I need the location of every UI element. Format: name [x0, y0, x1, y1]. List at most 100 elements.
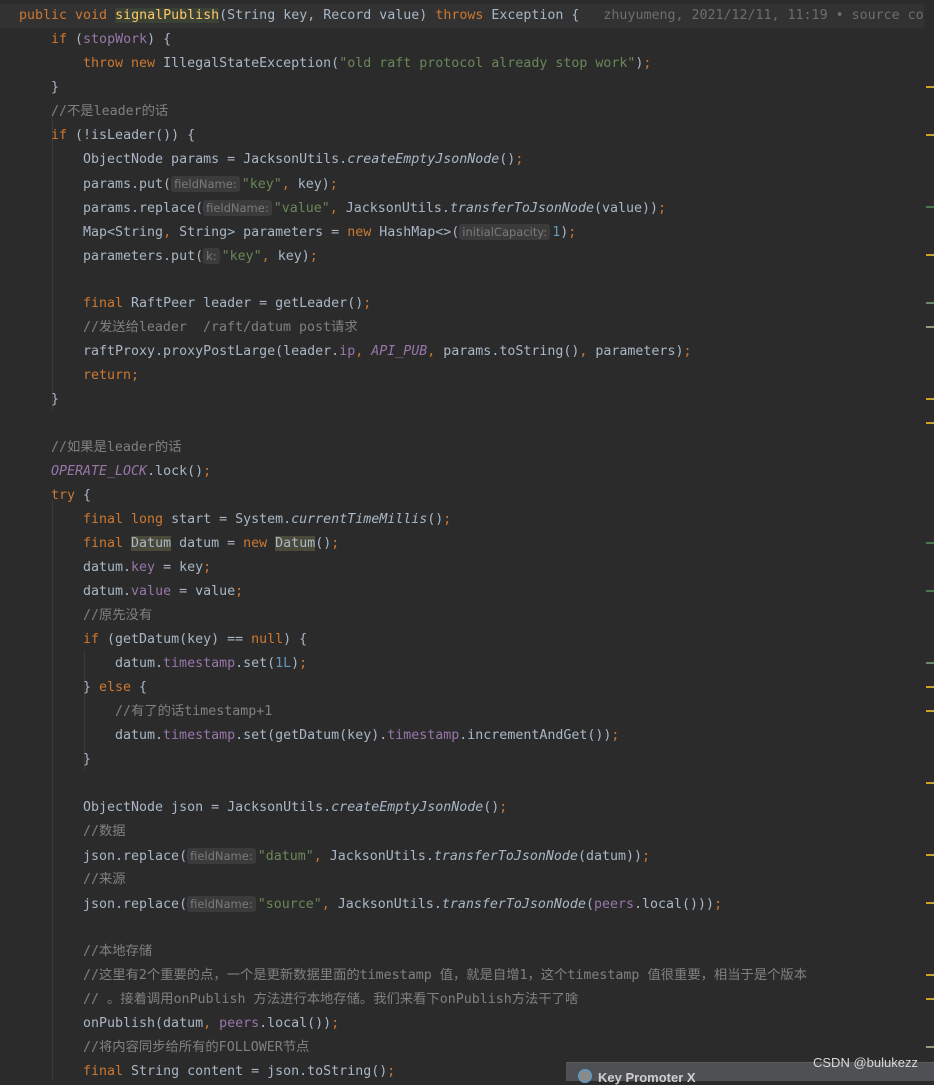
code-token: Exception { [491, 8, 580, 23]
gutter-marker[interactable] [926, 854, 934, 856]
code-token: ; [331, 1016, 340, 1031]
code-line[interactable]: datum.timestamp.set(getDatum(key).timest… [0, 724, 924, 748]
code-token: timestamp [387, 728, 460, 743]
gutter-marker[interactable] [926, 542, 934, 544]
gutter-marker[interactable] [926, 302, 934, 304]
gutter-marker[interactable] [926, 686, 934, 688]
code-line[interactable] [0, 268, 924, 292]
code-token: ip [339, 344, 356, 359]
code-token: else [99, 680, 140, 695]
code-line[interactable]: //数据 [0, 820, 924, 844]
code-token: } [83, 752, 92, 767]
code-token: new [347, 225, 380, 240]
code-line[interactable]: } [0, 748, 924, 772]
code-line[interactable]: Map<String, String> parameters = new Has… [0, 220, 924, 244]
gutter-marker[interactable] [926, 326, 934, 328]
code-token: Datum [131, 536, 172, 551]
code-token: { [83, 488, 92, 503]
code-line[interactable]: json.replace(fieldName: "source", Jackson… [0, 892, 924, 916]
code-token: API_PUB [371, 344, 428, 359]
code-token: stopWork [83, 32, 148, 47]
code-line[interactable]: final RaftPeer leader = getLeader(); [0, 292, 924, 316]
code-token: timestamp [163, 728, 236, 743]
gutter-marker[interactable] [926, 134, 934, 136]
gutter-marker[interactable] [926, 998, 934, 1000]
code-line[interactable]: } [0, 76, 924, 100]
code-token: ; [658, 201, 667, 216]
code-line[interactable]: try { [0, 484, 924, 508]
code-token: datum = [171, 536, 244, 551]
code-token: try [51, 488, 84, 503]
code-token: json.replace( [83, 849, 188, 864]
code-line[interactable]: datum.key = key; [0, 556, 924, 580]
code-line[interactable]: // 。接着调用onPublish 方法进行本地存储。我们来看下onPublis… [0, 988, 924, 1012]
code-line[interactable]: //这里有2个重要的点，一个是更新数据里面的timestamp 值，就是自增1，… [0, 964, 924, 988]
popup-title: Key Promoter X [598, 1070, 696, 1085]
code-line[interactable]: //原先没有 [0, 604, 924, 628]
code-token: JacksonUtils. [329, 849, 434, 864]
code-line[interactable] [0, 772, 924, 796]
code-token: (getDatum(key) == [107, 632, 252, 647]
code-token: signalPublish [115, 8, 220, 23]
code-line[interactable]: parameters.put(k: "key", key); [0, 244, 924, 268]
code-token: datum. [83, 560, 132, 575]
code-token: //原先没有 [83, 608, 153, 623]
code-token: //来源 [83, 872, 126, 887]
code-line[interactable]: datum.timestamp.set(1L); [0, 652, 924, 676]
code-line[interactable]: datum.value = value; [0, 580, 924, 604]
gutter-marker[interactable] [926, 902, 934, 904]
code-line[interactable] [0, 916, 924, 940]
code-line[interactable] [0, 412, 924, 436]
gutter-marker[interactable] [926, 782, 934, 784]
code-token: //本地存储 [83, 944, 153, 959]
code-line[interactable]: } [0, 388, 924, 412]
code-token: parameters.put( [83, 249, 204, 264]
gutter-marker[interactable] [926, 590, 934, 592]
code-line[interactable]: final long start = System.currentTimeMil… [0, 508, 924, 532]
code-line[interactable]: params.put(fieldName: "key", key); [0, 172, 924, 196]
code-line[interactable]: throw new IllegalStateException("old raf… [0, 52, 924, 76]
code-editor[interactable]: public void signalPublish(String key, Re… [0, 0, 934, 1080]
code-token: (value)) [593, 201, 659, 216]
code-line[interactable]: if (getDatum(key) == null) { [0, 628, 924, 652]
gutter-marker[interactable] [926, 710, 934, 712]
code-line[interactable]: //将内容同步给所有的FOLLOWER节点 [0, 1036, 924, 1060]
code-token: ; [499, 800, 508, 815]
code-line[interactable]: onPublish(datum, peers.local()); [0, 1012, 924, 1036]
code-line[interactable]: return; [0, 364, 924, 388]
code-line[interactable]: //本地存储 [0, 940, 924, 964]
code-line[interactable]: ObjectNode params = JacksonUtils.createE… [0, 148, 924, 172]
git-blame-annotation[interactable]: zhuyumeng, 2021/12/11, 11:19 • source co… [603, 8, 934, 23]
code-token: Datum [275, 536, 316, 551]
code-line[interactable]: if (stopWork) { [0, 28, 924, 52]
code-line[interactable]: //不是leader的话 [0, 100, 924, 124]
code-line[interactable]: //如果是leader的话 [0, 436, 924, 460]
code-line[interactable]: params.replace(fieldName: "value", Jackso… [0, 196, 924, 220]
code-line[interactable]: //来源 [0, 868, 924, 892]
code-line[interactable]: raftProxy.proxyPostLarge(leader.ip, API_… [0, 340, 924, 364]
gutter-marker[interactable] [926, 254, 934, 256]
gutter-marker[interactable] [926, 422, 934, 424]
gutter-marker[interactable] [926, 974, 934, 976]
code-line[interactable]: } else { [0, 676, 924, 700]
code-token: datum. [115, 656, 164, 671]
gutter-marker[interactable] [926, 206, 934, 208]
code-token: ; [329, 177, 338, 192]
gutter-marker[interactable] [926, 86, 934, 88]
code-line[interactable]: OPERATE_LOCK.lock(); [0, 460, 924, 484]
code-line[interactable]: ObjectNode json = JacksonUtils.createEmp… [0, 796, 924, 820]
code-line[interactable]: public void signalPublish(String key, Re… [0, 4, 934, 28]
parameter-hint: fieldName: [187, 848, 256, 864]
code-line[interactable]: final Datum datum = new Datum(); [0, 532, 924, 556]
code-line[interactable]: //发送给leader /raft/datum post请求 [0, 316, 924, 340]
gutter-marker[interactable] [926, 1046, 934, 1048]
code-line[interactable]: //有了的话timestamp+1 [0, 700, 924, 724]
code-token: ; [363, 296, 372, 311]
code-token: , [203, 1016, 220, 1031]
gutter-marker[interactable] [926, 398, 934, 400]
error-stripe-gutter[interactable] [924, 0, 934, 1080]
gutter-marker[interactable] [926, 662, 934, 664]
code-line[interactable]: json.replace(fieldName: "datum", JacksonU… [0, 844, 924, 868]
watermark: CSDN @bulukezz [813, 1055, 918, 1070]
code-line[interactable]: if (!isLeader()) { [0, 124, 924, 148]
